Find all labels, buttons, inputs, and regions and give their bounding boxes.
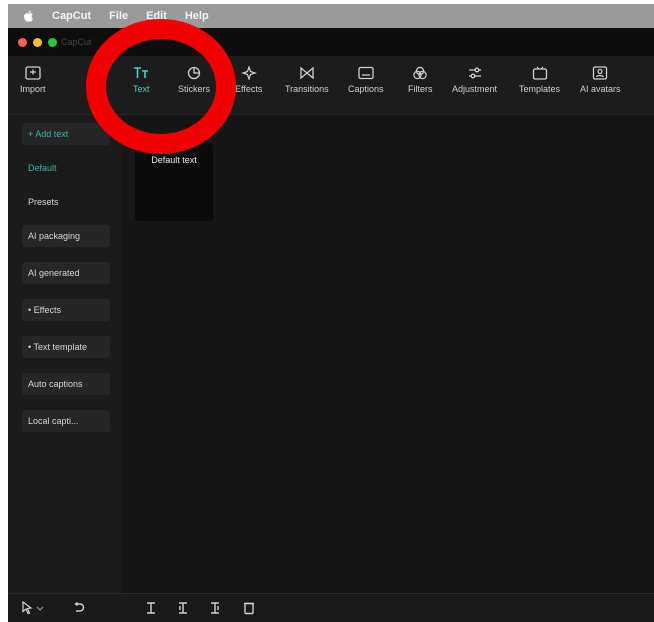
sidebar-item-auto-captions[interactable]: Auto captions: [22, 373, 110, 395]
menu-help[interactable]: Help: [185, 10, 209, 22]
tab-templates[interactable]: Templates: [519, 66, 560, 106]
tab-adjustment-label: Adjustment: [452, 84, 498, 94]
captions-icon: [358, 66, 374, 80]
sidebar-item-ai-packaging[interactable]: AI packaging: [22, 225, 110, 247]
tab-transitions-label: Transitions: [285, 84, 329, 94]
tab-transitions[interactable]: Transitions: [285, 66, 329, 106]
tab-templates-label: Templates: [519, 84, 561, 94]
pointer-icon[interactable]: [20, 601, 34, 615]
effects-icon: [240, 66, 257, 80]
menu-app-name[interactable]: CapCut: [52, 10, 91, 22]
templates-icon: [532, 66, 547, 80]
tab-filters[interactable]: Filters: [408, 66, 433, 106]
apple-icon[interactable]: [22, 9, 36, 23]
chevron-down-icon[interactable]: [36, 601, 44, 615]
adjustment-icon: [468, 67, 481, 79]
sidebar-item-text-template[interactable]: • Text template: [22, 336, 110, 358]
filters-icon: [413, 66, 427, 80]
tab-adjustment[interactable]: Adjustment: [452, 66, 497, 106]
tab-effects[interactable]: Effects: [235, 66, 262, 106]
add-text-button[interactable]: + Add text: [22, 123, 110, 145]
tab-ai-avatars[interactable]: AI avatars: [580, 66, 621, 106]
split-icon[interactable]: [144, 601, 158, 615]
sidebar-item-effects[interactable]: • Effects: [22, 299, 110, 321]
tab-ai-avatars-label: AI avatars: [580, 84, 621, 94]
zoom-window-button[interactable]: [48, 37, 57, 47]
menu-file[interactable]: File: [109, 10, 128, 22]
tab-import[interactable]: Import: [20, 66, 46, 106]
split-left-icon[interactable]: [176, 601, 190, 615]
undo-icon[interactable]: [72, 601, 86, 615]
default-text-card-label: Default text: [151, 155, 197, 165]
minimize-window-button[interactable]: [33, 37, 42, 47]
macos-menubar: CapCut File Edit Help: [8, 4, 654, 28]
ai-avatar-icon: [593, 66, 608, 80]
split-right-icon[interactable]: [208, 601, 222, 615]
sidebar-item-default[interactable]: Default: [22, 157, 110, 179]
default-text-card[interactable]: Default text: [135, 143, 213, 221]
sidebar-item-ai-generated[interactable]: AI generated: [22, 262, 110, 284]
delete-icon[interactable]: [242, 601, 256, 615]
tab-captions-label: Captions: [348, 84, 384, 94]
transitions-icon: [300, 66, 314, 80]
app-screen: CapCut File Edit Help CapCut Import Text…: [8, 4, 654, 622]
window-title: CapCut: [61, 37, 92, 47]
timeline-toolbar: [8, 593, 654, 622]
red-annotation-circle: [86, 19, 236, 154]
import-icon: [25, 66, 41, 80]
tab-filters-label: Filters: [408, 84, 433, 94]
sidebar-item-presets[interactable]: Presets: [22, 191, 110, 213]
sidebar-item-local-captions[interactable]: Local capti...: [22, 410, 110, 432]
text-content-panel: Default text: [123, 115, 654, 593]
tab-import-label: Import: [20, 84, 46, 94]
tab-effects-label: Effects: [235, 84, 263, 94]
text-category-sidebar: + Add text Default Presets AI packaging …: [8, 115, 122, 593]
close-window-button[interactable]: [18, 37, 27, 47]
tab-captions[interactable]: Captions: [348, 66, 384, 106]
